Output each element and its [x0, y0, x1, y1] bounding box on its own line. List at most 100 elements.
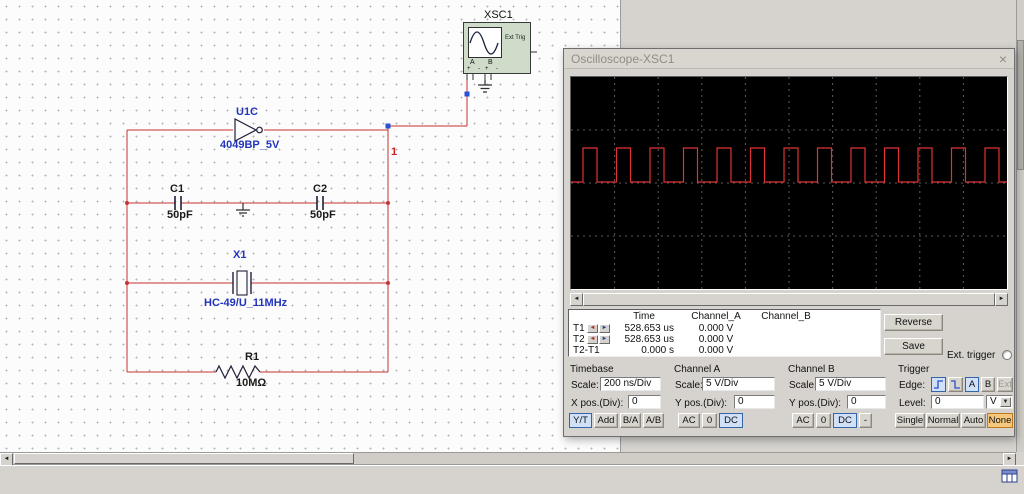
horizontal-scrollbar[interactable]: ◄ ► — [0, 452, 1016, 466]
oscilloscope-window[interactable]: Oscilloscope-XSC1 × ◄ ► Time Channel_A C… — [563, 48, 1015, 437]
t1-label: T1 — [573, 323, 585, 334]
channel-b-invert-button[interactable]: - — [859, 413, 872, 428]
trigger-a-button[interactable]: A — [965, 377, 979, 392]
t2-label: T2 — [573, 334, 585, 345]
scope-display — [570, 76, 1008, 290]
terminal-b-polarity: + - — [485, 66, 502, 72]
r1-value[interactable]: 10MΩ — [236, 377, 266, 389]
trigger-b-button[interactable]: B — [981, 377, 995, 392]
oscilloscope-titlebar[interactable]: Oscilloscope-XSC1 × — [564, 49, 1014, 69]
x1-value[interactable]: HC-49/U_11MHz — [204, 297, 287, 309]
t1-left-arrow[interactable]: ◄ — [587, 324, 598, 333]
u1-refdes[interactable]: U1C — [236, 106, 258, 118]
channel-a-scale-label: Scale: — [675, 380, 703, 391]
terminal-a-polarity: + - — [467, 66, 484, 72]
timebase-scale-field[interactable]: 200 ns/Div — [600, 377, 661, 391]
channel-a-scale-field[interactable]: 5 V/Div — [702, 377, 775, 391]
scope-trace — [571, 77, 1007, 289]
junction-dots — [125, 201, 390, 285]
terminal-a-label: A — [470, 59, 475, 66]
trigger-ext-button[interactable]: Ext — [997, 377, 1013, 392]
scroll-thumb[interactable] — [583, 293, 995, 306]
u1-value[interactable]: 4049BP_5V — [220, 139, 279, 151]
scroll-right-icon[interactable]: ► — [995, 293, 1008, 306]
window-title: Oscilloscope-XSC1 — [571, 51, 675, 66]
c2-value[interactable]: 50pF — [310, 209, 336, 221]
trigger-level-label: Level: — [899, 398, 926, 409]
schematic-canvas[interactable]: XSC1 U1C 4049BP_5V C1 50pF C2 50pF X1 HC… — [0, 0, 621, 452]
channel-b-0-button[interactable]: 0 — [816, 413, 831, 428]
channel-a-dc-button[interactable]: DC — [719, 413, 743, 428]
t2-channel-a: 0.000 V — [698, 334, 734, 345]
trigger-title: Trigger — [898, 364, 930, 375]
add-button[interactable]: Add — [594, 413, 618, 428]
channel-a-title: Channel A — [674, 364, 721, 375]
net-number-label[interactable]: 1 — [391, 146, 397, 158]
reverse-button[interactable]: Reverse — [884, 314, 943, 331]
channel-b-ypos-label: Y pos.(Div): — [789, 398, 842, 409]
instrument-mini-display — [468, 27, 502, 58]
t2-left-arrow[interactable]: ◄ — [587, 335, 598, 344]
c1-value[interactable]: 50pF — [167, 209, 193, 221]
close-icon[interactable]: × — [999, 52, 1007, 66]
node-handles[interactable] — [385, 91, 470, 129]
channel-b-dc-button[interactable]: DC — [833, 413, 857, 428]
vertical-scroll-thumb[interactable] — [1017, 40, 1024, 170]
ext-trigger-label: Ext. trigger — [947, 350, 996, 361]
timebase-xpos-field[interactable]: 0 — [628, 395, 661, 409]
t1-channel-a: 0.000 V — [698, 323, 734, 334]
channel-b-ypos-field[interactable]: 0 — [847, 395, 886, 409]
trigger-edge-label: Edge: — [899, 380, 926, 391]
trigger-unit-value: V — [990, 396, 997, 407]
channel-a-0-button[interactable]: 0 — [702, 413, 717, 428]
instrument-label[interactable]: XSC1 — [484, 9, 513, 21]
yt-button[interactable]: Y/T — [569, 413, 592, 428]
trigger-auto-button[interactable]: Auto — [961, 413, 986, 428]
rising-edge-icon[interactable] — [931, 377, 946, 392]
statusbar — [0, 465, 1024, 494]
c2-refdes[interactable]: C2 — [313, 183, 327, 195]
ground-symbol[interactable] — [236, 203, 250, 217]
t1-time: 528.653 us — [624, 323, 675, 334]
ba-button[interactable]: B/A — [620, 413, 641, 428]
ab-button[interactable]: A/B — [643, 413, 664, 428]
timebase-xpos-label: X pos.(Div): — [571, 398, 624, 409]
trigger-unit-combo[interactable]: V ▼ — [986, 395, 1013, 409]
t2t1-time: 0.000 s — [641, 345, 674, 356]
col-header-channel-b: Channel_B — [761, 311, 811, 322]
inverter-symbol[interactable] — [234, 118, 263, 142]
trigger-single-button[interactable]: Single — [895, 413, 925, 428]
x1-refdes[interactable]: X1 — [233, 249, 246, 261]
t2-right-arrow[interactable]: ► — [599, 335, 610, 344]
channel-b-scale-label: Scale: — [789, 380, 817, 391]
terminal-b-label: B — [488, 59, 493, 66]
channel-b-scale-field[interactable]: 5 V/Div — [815, 377, 886, 391]
t1-right-arrow[interactable]: ► — [599, 324, 610, 333]
oscilloscope-instrument-icon[interactable]: Ext Trig A B + - + - — [463, 22, 531, 74]
horizontal-scroll-thumb[interactable] — [14, 453, 354, 464]
crystal-symbol[interactable] — [232, 270, 252, 296]
ground-symbol-scope[interactable] — [478, 80, 492, 93]
ext-trigger-radio[interactable] — [1002, 350, 1012, 360]
r1-refdes[interactable]: R1 — [245, 351, 259, 363]
vertical-scrollbar[interactable] — [1016, 0, 1024, 452]
multisim-workspace: XSC1 U1C 4049BP_5V C1 50pF C2 50pF X1 HC… — [0, 0, 1024, 494]
t2t1-label: T2-T1 — [573, 345, 600, 356]
t2t1-channel-a: 0.000 V — [698, 345, 734, 356]
trigger-none-button[interactable]: None — [987, 413, 1013, 428]
save-button[interactable]: Save — [884, 338, 943, 355]
c1-refdes[interactable]: C1 — [170, 183, 184, 195]
spreadsheet-view-icon[interactable] — [1001, 469, 1018, 489]
trigger-level-field[interactable]: 0 — [931, 395, 984, 409]
scroll-left-icon[interactable]: ◄ — [570, 293, 583, 306]
channel-a-ypos-field[interactable]: 0 — [734, 395, 775, 409]
channel-b-ac-button[interactable]: AC — [792, 413, 814, 428]
wire-net[interactable] — [126, 80, 468, 373]
chevron-down-icon[interactable]: ▼ — [1000, 397, 1011, 407]
trigger-normal-button[interactable]: Normal — [926, 413, 960, 428]
channel-a-ac-button[interactable]: AC — [678, 413, 700, 428]
scope-scrollbar[interactable]: ◄ ► — [570, 293, 1008, 306]
channel-b-title: Channel B — [788, 364, 835, 375]
falling-edge-icon[interactable] — [948, 377, 963, 392]
channel-a-ypos-label: Y pos.(Div): — [675, 398, 728, 409]
